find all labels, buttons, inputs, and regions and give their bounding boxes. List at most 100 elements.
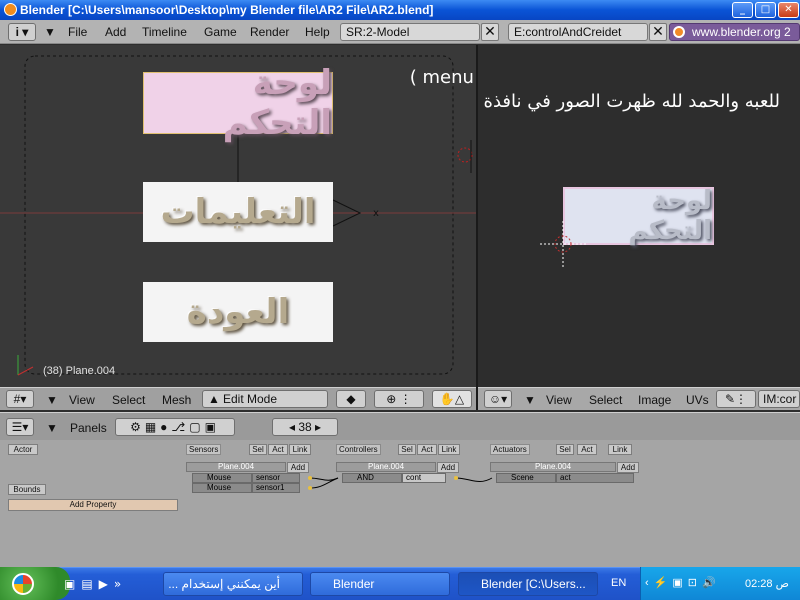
logic-link-controller-actuator	[455, 477, 493, 483]
controllers-object-name: Plane.004	[336, 462, 436, 472]
actuators-link-toggle[interactable]: Link	[608, 444, 632, 455]
controllers-act-toggle[interactable]: Act	[417, 444, 437, 455]
frame-number: 38	[298, 420, 312, 434]
manipulator-toggle-icon[interactable]: ✋△	[432, 390, 472, 408]
actuators-act-toggle[interactable]: Act	[577, 444, 597, 455]
scene-selector[interactable]: E:controlAndCreidet	[508, 23, 648, 41]
menu-select[interactable]: Select	[112, 393, 145, 407]
menu-file[interactable]: File	[68, 25, 87, 39]
image-editor-header: ☺▾ ▼ View Select Image UVs ✎⋮ IM:cor	[478, 387, 800, 410]
menu-uvs[interactable]: UVs	[686, 393, 709, 407]
actuators-object-name: Plane.004	[490, 462, 616, 472]
info-window-type-button[interactable]: i ▾	[8, 23, 36, 41]
minimize-button[interactable]: _	[732, 2, 753, 18]
blender-logo-icon	[673, 26, 685, 38]
system-tray: ‹⚡▣⊡🔊 ص 02:28	[640, 567, 800, 600]
active-object-label: (38) Plane.004	[43, 365, 116, 377]
image-selector[interactable]: IM:cor	[758, 390, 800, 408]
pin-icon[interactable]: ✎⋮	[716, 390, 756, 408]
menu-image[interactable]: Image	[638, 393, 671, 407]
actuator-name[interactable]: act	[556, 473, 634, 483]
window-title: Blender [C:\Users\mansoor\Desktop\my Ble…	[20, 3, 434, 17]
sensor-type[interactable]: Mouse	[192, 483, 252, 493]
menu-help[interactable]: Help	[305, 25, 330, 39]
mode-selector[interactable]: Edit Mode	[202, 390, 328, 408]
clock[interactable]: ص 02:28	[745, 577, 789, 590]
taskbar-item-blender[interactable]: Blender	[310, 572, 450, 596]
logic-editor: Actor Bounds Add Property Sensors Sel Ac…	[0, 440, 800, 567]
context-icons[interactable]: ⚙▦●⎇▢▣	[115, 418, 235, 436]
menu-view[interactable]: View	[69, 393, 95, 407]
plane-instructions[interactable]: التعليمات	[143, 182, 333, 242]
sensor-name[interactable]: sensor1	[252, 483, 300, 493]
logic-link-sensor1-controller	[309, 477, 339, 489]
plane-back[interactable]: العودة	[143, 282, 333, 342]
menu-add[interactable]: Add	[105, 25, 126, 39]
plane-control-panel[interactable]: لوحة التحكم	[143, 63, 333, 143]
controllers-sel-toggle[interactable]: Sel	[398, 444, 416, 455]
menu-game[interactable]: Game	[204, 25, 237, 39]
language-indicator[interactable]: EN	[611, 577, 626, 589]
collapse-buttons-header-icon[interactable]: ▼	[46, 421, 58, 435]
taskbar-item-blender-active[interactable]: Blender [C:\Users...	[458, 572, 598, 596]
actuators-title: Actuators	[490, 444, 530, 455]
controller-type[interactable]: AND	[342, 473, 402, 483]
screen-selector[interactable]: SR:2-Model	[340, 23, 480, 41]
collapse-image-header-icon[interactable]: ▼	[524, 393, 536, 407]
frame-number-field[interactable]: ◂ 38 ▸	[272, 418, 338, 436]
add-sensor-button[interactable]: Add	[287, 462, 309, 473]
tray-icons[interactable]: ‹⚡▣⊡🔊	[645, 576, 721, 589]
actuator-type[interactable]: Scene	[496, 473, 556, 483]
area-splitter[interactable]	[476, 45, 478, 410]
sensor-type[interactable]: Mouse	[192, 473, 252, 483]
sensor-name[interactable]: sensor	[252, 473, 300, 483]
sensors-link-toggle[interactable]: Link	[289, 444, 311, 455]
pivot-selector-icon[interactable]: ⊕ ⋮	[374, 390, 424, 408]
delete-screen-button[interactable]: ✕	[481, 23, 499, 41]
window-title-bar[interactable]: Blender [C:\Users\mansoor\Desktop\my Ble…	[0, 0, 800, 20]
start-button[interactable]	[0, 567, 70, 600]
3d-view-header: #▾ ▼ View Select Mesh Edit Mode ▲ ◆ ⊕ ⋮ …	[0, 387, 476, 410]
logic-link-sensor-controller	[309, 477, 339, 481]
collapse-header-icon[interactable]: ▼	[46, 393, 58, 407]
info-header: i ▾ ▼ File Add Timeline Game Render Help…	[0, 20, 800, 44]
menu-image-select[interactable]: Select	[589, 393, 622, 407]
quick-launch-icons[interactable]: ▣▤▶»	[64, 577, 127, 591]
menu-mesh[interactable]: Mesh	[162, 393, 191, 407]
sensors-sel-toggle[interactable]: Sel	[249, 444, 267, 455]
close-button[interactable]: ✕	[778, 2, 799, 18]
delete-scene-button[interactable]: ✕	[649, 23, 667, 41]
controller-name[interactable]: cont	[402, 473, 446, 483]
add-property-button[interactable]: Add Property	[8, 499, 178, 511]
axis-x-indicator	[17, 366, 34, 376]
actuators-sel-toggle[interactable]: Sel	[556, 444, 574, 455]
uv-image-editor[interactable]: للعبه والحمد لله ظهرت الصور في نافذة الـ…	[478, 45, 800, 387]
menu-render[interactable]: Render	[250, 25, 289, 39]
menu-image-view[interactable]: View	[546, 393, 572, 407]
controllers-link-toggle[interactable]: Link	[438, 444, 460, 455]
maximize-button[interactable]: □	[755, 2, 776, 18]
3d-cursor	[457, 147, 473, 163]
panels-label: Panels	[70, 421, 107, 435]
image-editor-type-icon[interactable]: ☺▾	[484, 390, 512, 408]
add-actuator-button[interactable]: Add	[617, 462, 639, 473]
bounds-toggle[interactable]: Bounds	[8, 484, 46, 495]
3d-viewport[interactable]: x لوحة التحكم التعليمات العودة هذا مثال …	[0, 45, 476, 387]
sensors-title: Sensors	[186, 444, 222, 455]
note-line-1: هذا مثال لتطبيق الدرس في عمل قائمة ( men…	[409, 67, 476, 88]
editor-type-grid-icon[interactable]: #▾	[6, 390, 34, 408]
windows-logo-icon	[12, 573, 34, 595]
menu-timeline[interactable]: Timeline	[142, 25, 187, 39]
collapse-menu-icon[interactable]: ▼	[44, 25, 56, 39]
taskbar-item-browser[interactable]: أين يمكنني إستخدام ...	[163, 572, 303, 596]
camera-target-marker: x	[373, 208, 379, 219]
draw-type-icon[interactable]: ◆	[336, 390, 366, 408]
controllers-title: Controllers	[336, 444, 381, 455]
buttons-editor-type-icon[interactable]: ☰▾	[6, 418, 34, 436]
add-controller-button[interactable]: Add	[437, 462, 459, 473]
sensors-object-name: Plane.004	[186, 462, 286, 472]
actor-toggle[interactable]: Actor	[8, 444, 38, 455]
sensors-act-toggle[interactable]: Act	[268, 444, 288, 455]
edit-mode-triangle-icon: ▲	[208, 392, 220, 406]
blender-website-link[interactable]: www.blender.org 2	[669, 23, 800, 41]
